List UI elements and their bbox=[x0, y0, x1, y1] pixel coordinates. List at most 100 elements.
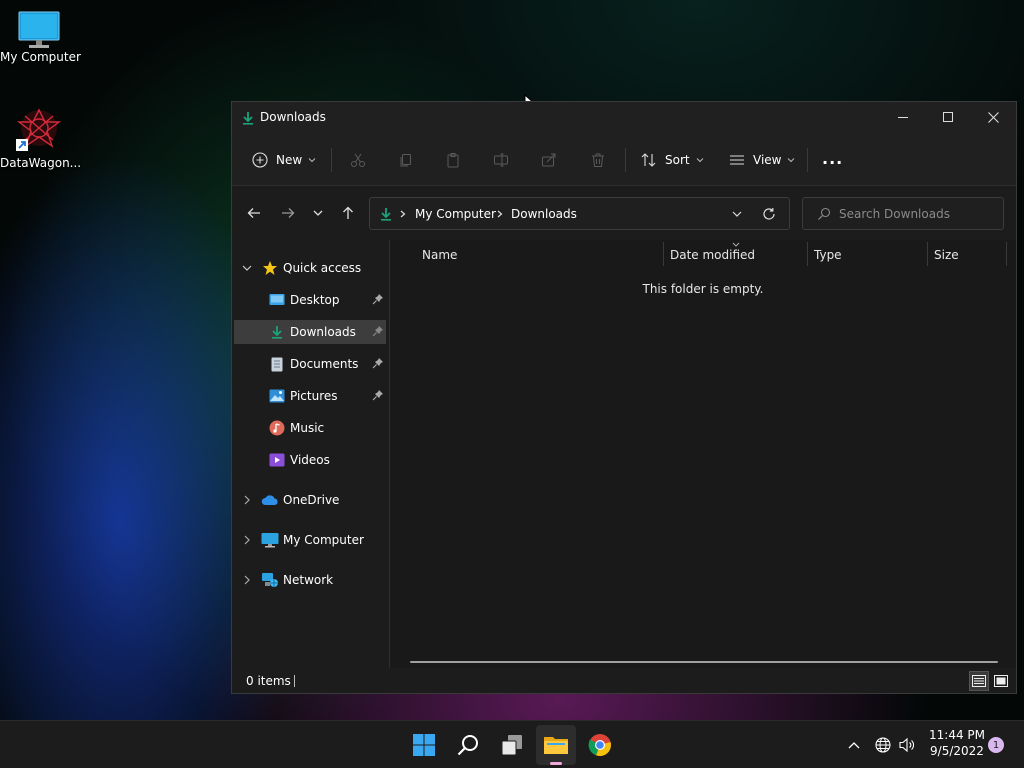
column-header-name[interactable]: Name bbox=[422, 248, 457, 262]
folder-icon bbox=[544, 737, 568, 754]
music-icon bbox=[268, 419, 286, 437]
chevron-right-icon bbox=[244, 495, 250, 505]
show-hidden-icons-button[interactable] bbox=[844, 733, 864, 757]
column-header-size[interactable]: Size bbox=[934, 248, 959, 262]
column-separator[interactable] bbox=[807, 242, 808, 266]
file-list-area[interactable]: Name Date modified Type Size This folder… bbox=[390, 240, 1016, 668]
desktop-icon-datawagon[interactable]: DataWagon... bbox=[0, 106, 81, 170]
sort-label: Sort bbox=[665, 153, 690, 167]
chevron-down-icon bbox=[696, 158, 703, 163]
desktop-icon-my-computer[interactable]: My Computer bbox=[0, 10, 81, 64]
clock-button[interactable]: 11:44 PM 9/5/2022 bbox=[924, 727, 990, 763]
chevron-down-icon bbox=[313, 210, 323, 216]
maximize-button[interactable] bbox=[925, 102, 971, 132]
nav-item-label: Music bbox=[290, 421, 325, 435]
navigation-bar: My Computer Downloads bbox=[232, 186, 1016, 240]
sort-button[interactable]: Sort bbox=[641, 146, 704, 174]
copy-button[interactable] bbox=[398, 146, 414, 174]
up-button[interactable] bbox=[338, 202, 358, 224]
pin-icon bbox=[372, 390, 383, 401]
nav-item-my-computer[interactable]: My Computer bbox=[234, 528, 386, 552]
nav-item-label: My Computer bbox=[283, 533, 364, 547]
nav-item-network[interactable]: Network bbox=[234, 568, 386, 592]
column-separator[interactable] bbox=[1006, 242, 1007, 266]
view-list-icon bbox=[730, 155, 744, 165]
large-icons-view-icon bbox=[994, 675, 1008, 687]
forward-button[interactable] bbox=[278, 202, 298, 224]
view-button[interactable]: View bbox=[729, 146, 795, 174]
breadcrumb-my-computer[interactable]: My Computer bbox=[415, 207, 496, 221]
address-history-button[interactable] bbox=[728, 206, 746, 222]
more-options-label: ... bbox=[822, 148, 844, 168]
breadcrumb-downloads[interactable]: Downloads bbox=[511, 207, 577, 221]
cut-button[interactable] bbox=[350, 146, 366, 174]
arrow-right-icon bbox=[282, 208, 295, 218]
back-button[interactable] bbox=[244, 202, 264, 224]
nav-item-label: Quick access bbox=[283, 261, 362, 275]
title-bar[interactable]: Downloads bbox=[232, 102, 1016, 134]
nav-item-music[interactable]: Music bbox=[234, 416, 386, 440]
paste-button[interactable] bbox=[445, 146, 461, 174]
globe-icon bbox=[875, 737, 891, 753]
nav-item-pictures[interactable]: Pictures bbox=[234, 384, 386, 408]
pin-icon bbox=[372, 358, 383, 369]
search-icon bbox=[818, 207, 831, 220]
column-separator[interactable] bbox=[927, 242, 928, 266]
details-view-icon bbox=[972, 675, 986, 687]
plus-circle-icon bbox=[252, 152, 268, 168]
status-divider bbox=[294, 675, 295, 687]
download-icon bbox=[268, 323, 286, 341]
chevron-right-icon bbox=[244, 575, 250, 585]
start-button[interactable] bbox=[404, 725, 444, 765]
share-button[interactable] bbox=[541, 146, 557, 174]
column-separator[interactable] bbox=[663, 242, 664, 266]
large-icons-view-button[interactable] bbox=[991, 671, 1011, 691]
refresh-button[interactable] bbox=[760, 205, 778, 223]
nav-item-label: Pictures bbox=[290, 389, 338, 403]
more-options-button[interactable]: ... bbox=[822, 144, 843, 172]
rename-button[interactable] bbox=[493, 146, 509, 174]
clock-date: 9/5/2022 bbox=[930, 744, 984, 758]
new-button[interactable]: New bbox=[252, 146, 316, 174]
chevron-right-icon bbox=[244, 535, 250, 545]
delete-button[interactable] bbox=[590, 146, 606, 174]
chrome-taskbar-button[interactable] bbox=[580, 725, 620, 765]
search-input[interactable] bbox=[839, 206, 999, 222]
toolbar-separator bbox=[331, 148, 332, 172]
file-explorer-taskbar-button[interactable] bbox=[536, 725, 576, 765]
refresh-icon bbox=[763, 208, 775, 220]
recent-locations-button[interactable] bbox=[310, 202, 326, 224]
chevron-down-icon bbox=[242, 265, 252, 271]
chevron-right-icon bbox=[497, 210, 503, 218]
nav-item-label: Documents bbox=[290, 357, 359, 371]
toolbar-separator bbox=[625, 148, 626, 172]
nav-item-onedrive[interactable]: OneDrive bbox=[234, 488, 386, 512]
nav-item-label: Desktop bbox=[290, 293, 340, 307]
notification-badge[interactable]: 1 bbox=[988, 737, 1004, 753]
chrome-icon bbox=[588, 734, 611, 757]
nav-item-desktop[interactable]: Desktop bbox=[234, 288, 386, 312]
search-icon bbox=[457, 735, 478, 756]
search-taskbar-button[interactable] bbox=[448, 725, 488, 765]
nav-item-downloads[interactable]: Downloads bbox=[234, 320, 386, 344]
task-view-button[interactable] bbox=[492, 725, 532, 765]
volume-tray-button[interactable] bbox=[896, 733, 918, 757]
nav-item-videos[interactable]: Videos bbox=[234, 448, 386, 472]
details-view-button[interactable] bbox=[969, 671, 989, 691]
nav-item-documents[interactable]: Documents bbox=[234, 352, 386, 376]
horizontal-scrollbar[interactable] bbox=[410, 661, 998, 663]
close-button[interactable] bbox=[970, 102, 1016, 132]
column-header-type[interactable]: Type bbox=[814, 248, 842, 262]
address-bar[interactable]: My Computer Downloads bbox=[369, 197, 790, 230]
chevron-down-icon bbox=[732, 211, 742, 217]
desktop-folder-icon bbox=[268, 291, 286, 309]
column-header-date-modified[interactable]: Date modified bbox=[670, 248, 755, 262]
network-tray-button[interactable] bbox=[872, 733, 894, 757]
maximize-icon bbox=[943, 112, 953, 122]
copy-icon bbox=[400, 154, 411, 167]
minimize-icon bbox=[898, 117, 908, 118]
pin-icon bbox=[372, 294, 383, 305]
nav-quick-access[interactable]: Quick access bbox=[234, 256, 386, 280]
pin-icon bbox=[372, 326, 383, 337]
minimize-button[interactable] bbox=[880, 102, 926, 132]
